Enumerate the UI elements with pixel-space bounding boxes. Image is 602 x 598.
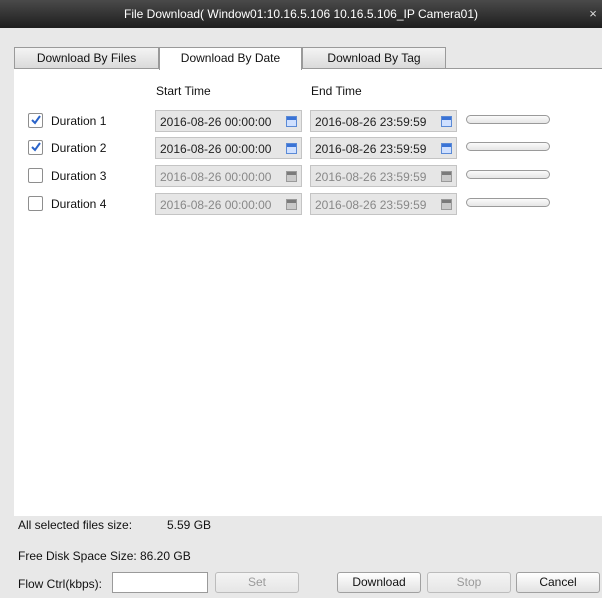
- end-time-value: 2016-08-26 23:59:59: [315, 198, 427, 212]
- duration-checkbox[interactable]: [28, 196, 43, 211]
- window-titlebar: File Download( Window01:10.16.5.106 10.1…: [0, 0, 602, 28]
- download-progress-bar: [466, 115, 550, 124]
- duration-row: Duration 2 2016-08-26 00:00:00 2016-08-26 …: [14, 137, 602, 159]
- flow-ctrl-input[interactable]: [112, 572, 208, 593]
- duration-row: Duration 1 2016-08-26 00:00:00 2016-08-26 …: [14, 110, 602, 132]
- start-time-value: 2016-08-26 00:00:00: [160, 170, 272, 184]
- download-button[interactable]: Download: [337, 572, 421, 593]
- start-time-value: 2016-08-26 00:00:00: [160, 142, 272, 156]
- calendar-icon[interactable]: [441, 116, 452, 127]
- download-progress-bar: [466, 198, 550, 207]
- stop-button[interactable]: Stop: [427, 572, 511, 593]
- window-title: File Download( Window01:10.16.5.106 10.1…: [124, 7, 478, 21]
- tab-download-by-tag[interactable]: Download By Tag: [302, 47, 446, 69]
- end-time-header: End Time: [311, 84, 362, 98]
- cancel-button[interactable]: Cancel: [516, 572, 600, 593]
- duration-label: Duration 1: [51, 114, 107, 128]
- calendar-icon[interactable]: [286, 199, 297, 210]
- close-icon[interactable]: ×: [586, 0, 600, 28]
- tab-download-by-files[interactable]: Download By Files: [14, 47, 159, 69]
- calendar-icon[interactable]: [441, 199, 452, 210]
- tab-download-by-date[interactable]: Download By Date: [159, 47, 302, 70]
- duration-checkbox[interactable]: [28, 140, 43, 155]
- duration-label: Duration 2: [51, 141, 107, 155]
- start-time-field[interactable]: 2016-08-26 00:00:00: [155, 165, 302, 187]
- check-icon: [31, 142, 41, 152]
- calendar-icon[interactable]: [286, 143, 297, 154]
- download-progress-bar: [466, 170, 550, 179]
- selected-size-value: 5.59 GB: [167, 518, 212, 532]
- download-progress-bar: [466, 142, 550, 151]
- free-space-value: 86.20 GB: [140, 549, 191, 563]
- start-time-value: 2016-08-26 00:00:00: [160, 115, 272, 129]
- file-download-dialog: Download By Files Download By Date Downl…: [0, 28, 602, 598]
- start-time-field[interactable]: 2016-08-26 00:00:00: [155, 193, 302, 215]
- start-time-value: 2016-08-26 00:00:00: [160, 198, 272, 212]
- end-time-value: 2016-08-26 23:59:59: [315, 170, 427, 184]
- end-time-field[interactable]: 2016-08-26 23:59:59: [310, 165, 457, 187]
- free-space-label: Free Disk Space Size:: [18, 549, 137, 563]
- start-time-header: Start Time: [156, 84, 211, 98]
- duration-row: Duration 3 2016-08-26 00:00:00 2016-08-26 …: [14, 165, 602, 187]
- duration-checkbox[interactable]: [28, 113, 43, 128]
- duration-label: Duration 4: [51, 197, 107, 211]
- flow-ctrl-label: Flow Ctrl(kbps):: [18, 577, 103, 591]
- calendar-icon[interactable]: [441, 143, 452, 154]
- start-time-field[interactable]: 2016-08-26 00:00:00: [155, 110, 302, 132]
- end-time-field[interactable]: 2016-08-26 23:59:59: [310, 137, 457, 159]
- end-time-value: 2016-08-26 23:59:59: [315, 115, 427, 129]
- end-time-value: 2016-08-26 23:59:59: [315, 142, 427, 156]
- set-button[interactable]: Set: [215, 572, 299, 593]
- end-time-field[interactable]: 2016-08-26 23:59:59: [310, 110, 457, 132]
- end-time-field[interactable]: 2016-08-26 23:59:59: [310, 193, 457, 215]
- selected-size-label: All selected files size:: [18, 518, 133, 532]
- duration-row: Duration 4 2016-08-26 00:00:00 2016-08-26 …: [14, 193, 602, 215]
- check-icon: [31, 115, 41, 125]
- calendar-icon[interactable]: [286, 171, 297, 182]
- duration-label: Duration 3: [51, 169, 107, 183]
- calendar-icon[interactable]: [286, 116, 297, 127]
- start-time-field[interactable]: 2016-08-26 00:00:00: [155, 137, 302, 159]
- duration-checkbox[interactable]: [28, 168, 43, 183]
- calendar-icon[interactable]: [441, 171, 452, 182]
- download-by-date-panel: Start Time End Time Duration 1 2016-08-26…: [14, 68, 602, 516]
